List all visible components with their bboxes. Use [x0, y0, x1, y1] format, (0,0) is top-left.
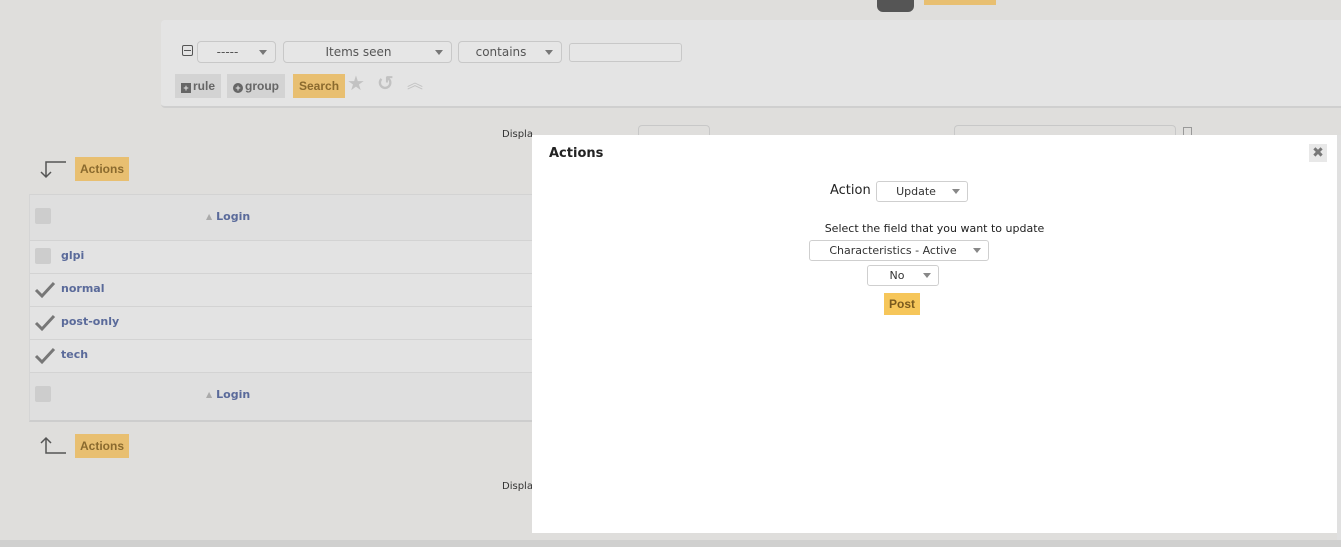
login-link[interactable]: tech: [61, 348, 88, 361]
search-button[interactable]: Search: [293, 74, 346, 98]
checkmark-icon[interactable]: [34, 346, 56, 366]
field-select-value: Characteristics - Active: [829, 244, 957, 257]
plus-square-icon: +: [181, 83, 191, 93]
actions-modal: Actions ✖ Action Update Select the field…: [532, 135, 1337, 533]
add-rule-button[interactable]: + rule: [175, 74, 222, 98]
checkmark-icon[interactable]: [34, 280, 56, 300]
criterion-value-input[interactable]: [569, 43, 682, 62]
bottom-scrollbar[interactable]: [0, 540, 1341, 547]
display-count-label-bottom: Displa: [502, 481, 533, 492]
sort-asc-icon: ▲: [206, 212, 213, 221]
login-column-footer[interactable]: ▲ Login: [206, 388, 250, 401]
field-select-note: Select the field that you want to update: [824, 222, 1045, 235]
add-group-label: group: [245, 79, 279, 93]
plus-circle-icon: +: [233, 83, 243, 93]
table-row: tech: [30, 340, 559, 373]
actions-button-bottom[interactable]: Actions: [75, 434, 130, 458]
search-criteria-panel: ----- Items seen contains + rule + group S…: [161, 20, 1341, 108]
chevron-down-icon: [952, 189, 960, 194]
modal-title: Actions: [549, 146, 604, 161]
add-group-button[interactable]: + group: [227, 74, 285, 98]
collapse-icon[interactable]: ︽: [407, 72, 423, 94]
table-footer: ▲ Login: [30, 373, 559, 420]
field-select[interactable]: Characteristics - Active: [809, 240, 989, 261]
action-label: Action: [830, 183, 871, 198]
operator-select-value: contains: [475, 45, 527, 59]
link-select-value: -----: [216, 45, 239, 59]
table-header: ▲ Login: [30, 194, 559, 241]
top-accent-bar: [924, 0, 996, 5]
operator-select[interactable]: contains: [458, 41, 562, 63]
modal-scrollbar: [1337, 135, 1341, 540]
row-checkbox[interactable]: [35, 248, 51, 264]
login-column-label: Login: [216, 210, 251, 223]
users-table: ▲ Login glpi normal post-only tech ▲ Login: [29, 194, 559, 422]
login-column-footer-label: Login: [216, 388, 251, 401]
arrow-down-left-icon: [40, 161, 66, 179]
login-link[interactable]: normal: [61, 282, 104, 295]
undo-icon[interactable]: ↺: [377, 72, 394, 94]
login-link[interactable]: post-only: [61, 315, 119, 328]
post-button[interactable]: Post: [884, 293, 921, 315]
value-select-value: No: [889, 269, 905, 282]
chevron-down-icon: [923, 273, 931, 278]
top-dark-button[interactable]: [877, 0, 914, 12]
close-icon[interactable]: ✖: [1309, 144, 1327, 162]
star-icon[interactable]: ★: [347, 72, 365, 94]
select-all-checkbox-footer[interactable]: [35, 386, 51, 402]
chevron-down-icon: [545, 50, 553, 55]
actions-button-top[interactable]: Actions: [75, 157, 130, 181]
value-select[interactable]: No: [867, 265, 939, 286]
remove-criterion-icon[interactable]: [182, 45, 193, 56]
sort-asc-icon: ▲: [206, 390, 213, 399]
table-row: post-only: [30, 307, 559, 340]
table-row: normal: [30, 274, 559, 307]
action-select[interactable]: Update: [876, 181, 968, 202]
save-icon[interactable]: [1183, 127, 1192, 135]
login-link[interactable]: glpi: [61, 249, 84, 262]
select-all-checkbox[interactable]: [35, 208, 51, 224]
table-row: glpi: [30, 241, 559, 274]
action-select-value: Update: [896, 185, 936, 198]
arrow-up-left-icon: [40, 436, 66, 454]
chevron-down-icon: [435, 50, 443, 55]
chevron-down-icon: [259, 50, 267, 55]
display-count-label-top: Displa: [502, 129, 533, 140]
field-select[interactable]: Items seen: [283, 41, 452, 63]
checkmark-icon[interactable]: [34, 313, 56, 333]
link-select[interactable]: -----: [197, 41, 276, 63]
field-select-value: Items seen: [325, 45, 392, 59]
chevron-down-icon: [973, 248, 981, 253]
add-rule-label: rule: [193, 79, 216, 93]
login-column-header[interactable]: ▲ Login: [206, 210, 250, 223]
